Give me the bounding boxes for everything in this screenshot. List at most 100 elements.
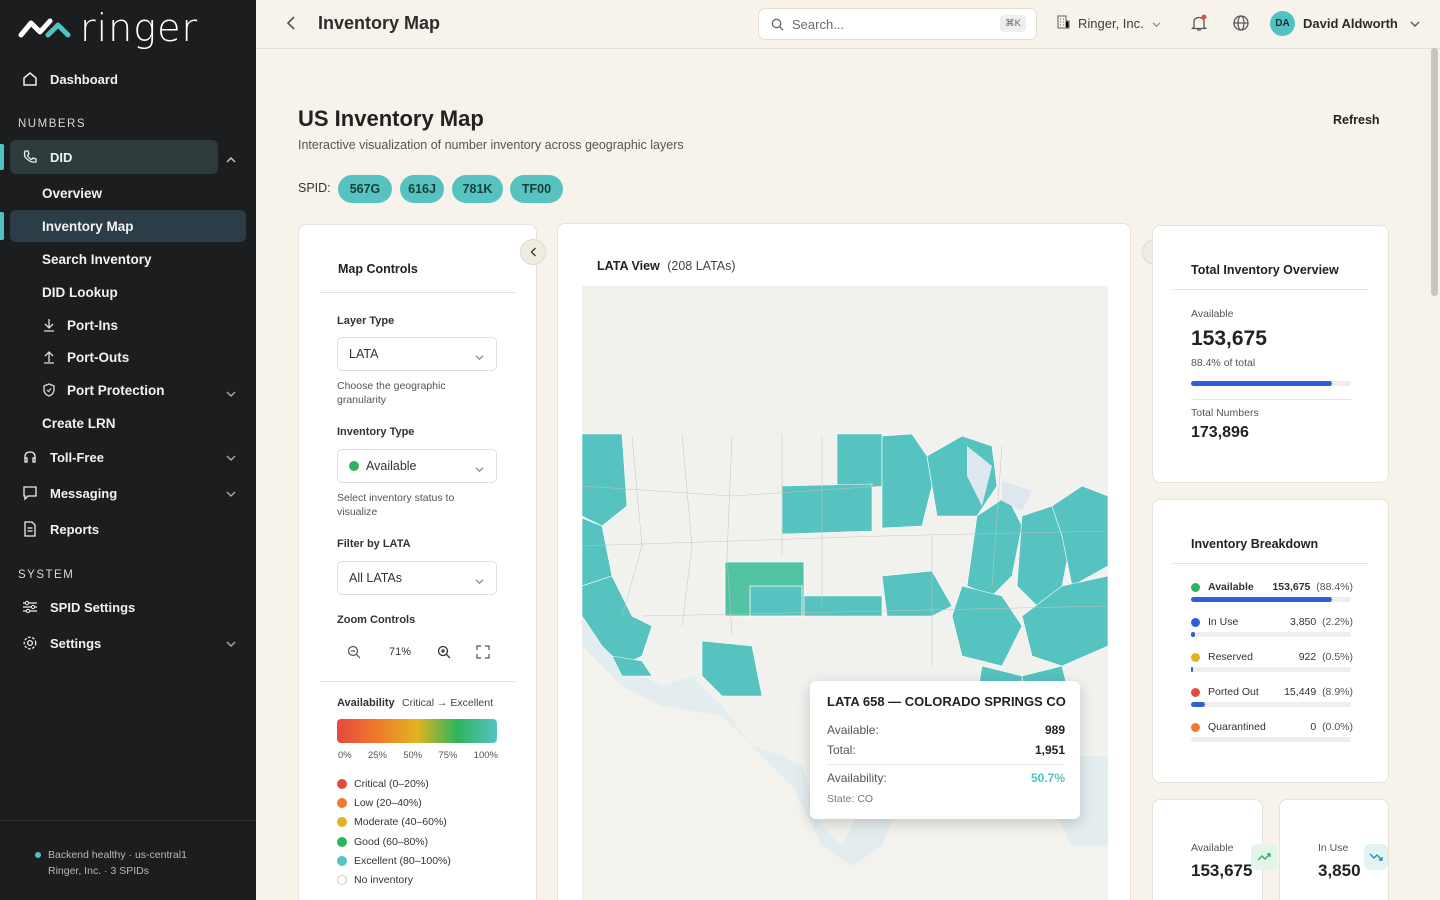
spid-pill[interactable]: 616J [400, 175, 444, 203]
upload-icon [42, 349, 58, 365]
breakdown-bar [1191, 667, 1351, 672]
breakdown-name: Reserved [1208, 651, 1253, 663]
zoom-in-icon[interactable] [437, 645, 451, 664]
spid-pill[interactable]: 567G [338, 175, 392, 203]
download-icon [42, 317, 58, 333]
nav-create-lrn[interactable]: Create LRN [10, 407, 246, 439]
search-placeholder: Search... [792, 16, 845, 32]
overview-available-pct: 88.4% of total [1191, 357, 1256, 369]
nav-port-protection[interactable]: Port Protection [10, 374, 246, 406]
chevron-up-icon[interactable] [226, 151, 236, 169]
filter-lata-value: All LATAs [349, 571, 403, 585]
backend-status: Backend healthy · us-central1 [48, 849, 187, 861]
overview-available-label: Available [1191, 308, 1234, 320]
sliders-icon [20, 597, 40, 617]
nav-spid-settings-label: SPID Settings [50, 599, 136, 615]
org-switcher[interactable]: Ringer, Inc. [1056, 15, 1161, 32]
breakdown-name: Ported Out [1208, 686, 1259, 698]
fullscreen-icon[interactable] [476, 645, 490, 664]
scale-tick: 75% [438, 750, 458, 761]
active-indicator [0, 144, 4, 170]
breakdown-title: Inventory Breakdown [1191, 537, 1319, 551]
layer-type-hint: Choose the geographic granularity [337, 380, 446, 406]
nav-did-lookup[interactable]: DID Lookup [10, 276, 246, 308]
status-dot [1191, 583, 1200, 592]
mini-card-available: Available 153,675 [1152, 799, 1277, 900]
nav-dashboard[interactable]: Dashboard [10, 62, 246, 96]
ringer-logo[interactable]: ringer [18, 6, 198, 50]
spid-pill[interactable]: TF00 [510, 175, 563, 203]
nav-overview[interactable]: Overview [10, 177, 246, 209]
nav-spid-settings[interactable]: SPID Settings [10, 590, 246, 624]
overview-available-value: 153,675 [1191, 327, 1267, 350]
nav-port-ins-label: Port-Ins [67, 317, 119, 333]
phone-icon [20, 147, 40, 167]
zoom-out-icon[interactable] [347, 645, 361, 664]
numbers-section-label: NUMBERS [18, 118, 87, 130]
chevron-down-icon [226, 450, 236, 465]
top-bar: Inventory Map Search... ⌘K Ringer, Inc. … [256, 0, 1440, 49]
layer-type-select[interactable]: LATA [337, 337, 497, 371]
nav-inventory-map[interactable]: Inventory Map [10, 210, 246, 242]
breakdown-pct: (0.0%) [1322, 721, 1353, 733]
breakdown-bar-fill [1191, 667, 1194, 672]
legend-label: Critical (0–20%) [354, 778, 429, 790]
nav-search-inventory[interactable]: Search Inventory [10, 243, 246, 275]
nav-messaging[interactable]: Messaging [10, 476, 246, 510]
user-name: David Aldworth [1303, 16, 1398, 31]
tooltip-state: State: CO [827, 793, 874, 805]
legend-label: No inventory [354, 874, 413, 886]
user-menu[interactable]: DA David Aldworth [1270, 11, 1420, 36]
breakdown-pct: (0.5%) [1322, 651, 1353, 663]
status-dot [1191, 688, 1200, 697]
divider [320, 681, 516, 682]
chevron-left-icon [529, 247, 536, 257]
overview-title: Total Inventory Overview [1191, 263, 1339, 277]
inventory-type-select[interactable]: Available [337, 449, 497, 483]
breakdown-count: 15,449 [1284, 686, 1317, 698]
nav-settings[interactable]: Settings [10, 626, 246, 660]
nav-port-outs[interactable]: Port-Outs [10, 341, 246, 373]
legend-item: Moderate (40–60%) [337, 816, 447, 828]
refresh-button[interactable]: Refresh [1333, 113, 1380, 127]
spid-pill[interactable]: 781K [452, 175, 503, 203]
breakdown-bar-fill [1191, 632, 1195, 637]
tooltip-total-row: Total: 1,951 [827, 743, 1065, 757]
legend-label: Excellent (80–100%) [354, 854, 451, 867]
mini-in-use-value: 3,850 [1318, 861, 1361, 880]
legend-label: Low (20–40%) [354, 797, 422, 810]
tooltip-available-value: 989 [1044, 723, 1065, 737]
nav-did[interactable]: DID [10, 140, 218, 174]
availability-gradient-bar [337, 719, 497, 743]
back-arrow-icon[interactable] [286, 16, 296, 35]
page-scrollbar[interactable] [1431, 48, 1438, 296]
legend-swatch [337, 817, 347, 828]
chevron-down-icon [1410, 16, 1420, 31]
legend-item: Low (20–40%) [337, 797, 422, 809]
nav-port-ins[interactable]: Port-Ins [10, 309, 246, 341]
search-input[interactable]: Search... ⌘K [758, 8, 1037, 40]
mini-available-label: Available [1191, 842, 1234, 854]
system-section-label: SYSTEM [18, 569, 75, 581]
tooltip-available-label: Available: [827, 723, 879, 737]
breakdown-value: 153,675 (88.4%) [1272, 581, 1353, 593]
legend-swatch [337, 836, 347, 847]
divider [1173, 289, 1369, 290]
globe-icon[interactable] [1232, 14, 1250, 37]
us-inventory-map[interactable]: LATA 658 — COLORADO SPRINGS CO Available… [582, 286, 1108, 900]
tooltip-available-row: Available: 989 [827, 723, 1065, 737]
filter-lata-select[interactable]: All LATAs [337, 561, 497, 595]
breakdown-count: 153,675 [1272, 581, 1311, 593]
divider [1191, 399, 1351, 400]
available-status-dot [349, 461, 359, 471]
nav-toll-free[interactable]: Toll-Free [10, 440, 246, 474]
trending-up-icon [1251, 844, 1277, 870]
nav-reports[interactable]: Reports [10, 512, 246, 546]
bell-icon[interactable] [1190, 14, 1208, 37]
mini-available-value: 153,675 [1191, 861, 1253, 880]
breakdown-bar-fill [1191, 597, 1333, 602]
collapse-left-button[interactable] [520, 239, 546, 265]
map-card: LATA View (208 LATAs) LATA 658 — COLORAD… [557, 223, 1131, 900]
breakdown-pct: (88.4%) [1316, 581, 1353, 593]
legend-item: No inventory [337, 874, 413, 886]
